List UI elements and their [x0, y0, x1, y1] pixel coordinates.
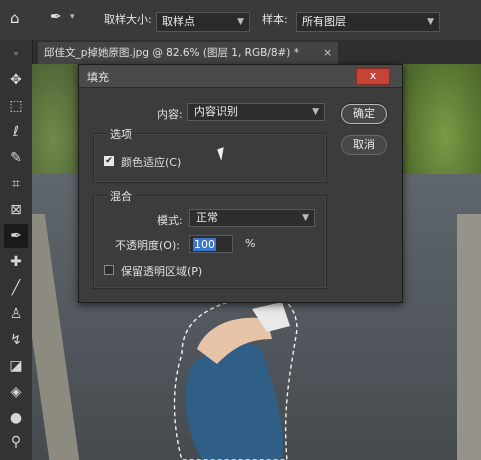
sample-size-label: 取样大小:: [104, 13, 152, 26]
color-adapt-checkbox[interactable]: ✔: [104, 156, 114, 166]
lasso-tool-icon[interactable]: ℓ: [4, 120, 28, 144]
ok-button[interactable]: 确定: [341, 104, 387, 124]
preserve-transparency-label[interactable]: 保留透明区域(P): [121, 263, 202, 279]
opacity-input[interactable]: 100: [189, 235, 233, 253]
eyedropper-tool-icon[interactable]: ✒: [50, 9, 62, 25]
opacity-value: 100: [193, 238, 216, 251]
move-tool-icon[interactable]: ✥: [4, 68, 28, 92]
sample-label: 样本:: [262, 13, 288, 26]
sample-value: 所有图层: [302, 15, 346, 28]
crop-tool-icon[interactable]: ⌗: [4, 172, 28, 196]
eyedropper-tool-icon[interactable]: ✒: [4, 224, 28, 248]
opacity-unit: %: [245, 237, 256, 250]
sample-dropdown[interactable]: 所有图层 ▼: [296, 12, 440, 32]
chevron-down-icon: ▼: [237, 17, 244, 27]
document-tab-title: 邱佳文_p掉她原图.jpg @ 82.6% (图层 1, RGB/8#) *: [44, 47, 299, 59]
history-brush-tool-icon[interactable]: ↯: [4, 328, 28, 352]
content-select[interactable]: 内容识别 ▼: [187, 103, 325, 121]
clone-stamp-tool-icon[interactable]: ♙: [4, 302, 28, 326]
mode-label: 模式:: [157, 214, 183, 227]
close-button[interactable]: x: [356, 68, 390, 85]
eraser-tool-icon[interactable]: ◪: [4, 354, 28, 378]
options-bar: ⌂ ✒ ▾ 取样大小: 取样点 ▼ 样本: 所有图层 ▼: [0, 0, 481, 41]
color-adapt-label[interactable]: 颜色适应(C): [121, 154, 181, 170]
opacity-label: 不透明度(O):: [115, 239, 180, 252]
tool-preset-chevron-icon[interactable]: ▾: [70, 12, 75, 22]
dodge-tool-icon[interactable]: ⚲: [4, 430, 28, 454]
marquee-tool-icon[interactable]: ⬚: [4, 94, 28, 118]
preserve-transparency-checkbox[interactable]: [104, 265, 114, 275]
mode-select[interactable]: 正常 ▼: [189, 209, 315, 227]
brush-tool-icon[interactable]: ╱: [4, 276, 28, 300]
sample-size-dropdown[interactable]: 取样点 ▼: [156, 12, 250, 32]
collapse-panel-icon[interactable]: »: [4, 42, 28, 66]
document-tab[interactable]: 邱佳文_p掉她原图.jpg @ 82.6% (图层 1, RGB/8#) * ×: [38, 42, 338, 64]
tools-panel: » ✥ ⬚ ℓ ✎ ⌗ ⊠ ✒ ✚ ╱ ♙ ↯ ◪ ◈ ● ⚲: [0, 40, 33, 460]
chevron-down-icon: ▼: [312, 107, 319, 117]
frame-tool-icon[interactable]: ⊠: [4, 198, 28, 222]
chevron-down-icon: ▼: [302, 213, 309, 223]
document-tab-bar: 邱佳文_p掉她原图.jpg @ 82.6% (图层 1, RGB/8#) * ×: [32, 40, 481, 65]
mode-value: 正常: [196, 211, 218, 224]
blend-group-title: 混合: [107, 188, 135, 204]
home-icon[interactable]: ⌂: [10, 9, 20, 27]
healing-brush-tool-icon[interactable]: ✚: [4, 250, 28, 274]
close-tab-icon[interactable]: ×: [323, 42, 332, 64]
fill-dialog: 填充 x 内容: 内容识别 ▼ 确定 取消 选项 ✔ 颜色适应(C) 混合 模式…: [78, 64, 403, 303]
content-label: 内容:: [157, 108, 183, 121]
sample-size-value: 取样点: [162, 15, 195, 28]
paint-bucket-tool-icon[interactable]: ◈: [4, 380, 28, 404]
cancel-button[interactable]: 取消: [341, 135, 387, 155]
dialog-title: 填充: [87, 71, 109, 84]
chevron-down-icon: ▼: [427, 17, 434, 27]
content-value: 内容识别: [194, 105, 238, 118]
dialog-titlebar[interactable]: 填充 x: [79, 65, 402, 88]
options-group-title: 选项: [107, 126, 135, 142]
quick-selection-tool-icon[interactable]: ✎: [4, 146, 28, 170]
blur-tool-icon[interactable]: ●: [4, 406, 28, 430]
